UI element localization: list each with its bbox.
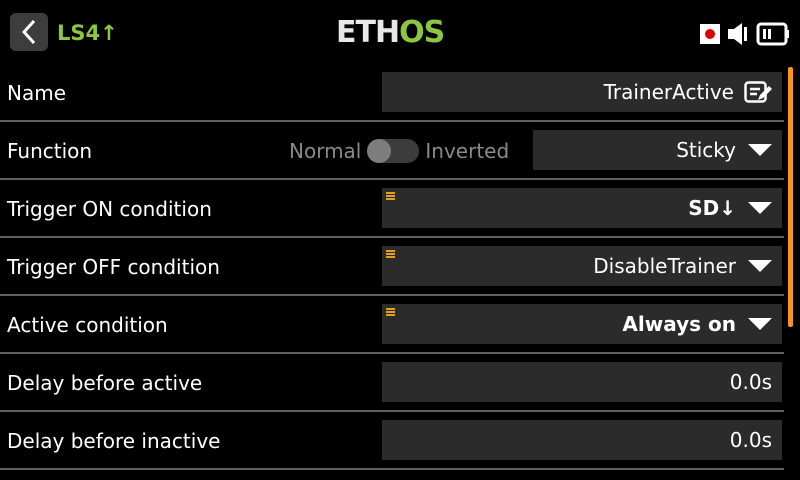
row-function: Function Normal Inverted Sticky bbox=[0, 122, 784, 180]
trigger-on-dropdown[interactable]: SD↓ bbox=[382, 188, 782, 228]
function-dropdown[interactable]: Sticky bbox=[533, 130, 782, 170]
lines-menu-icon bbox=[386, 192, 395, 201]
settings-list: Name TrainerActive Function Normal Inver… bbox=[0, 64, 784, 470]
row-name: Name TrainerActive bbox=[0, 64, 784, 122]
trigger-off-value: DisableTrainer bbox=[593, 254, 736, 278]
active-condition-label: Active condition bbox=[7, 313, 168, 337]
active-condition-dropdown[interactable]: Always on bbox=[382, 304, 782, 344]
logo-os: OS bbox=[399, 15, 445, 50]
delay-inactive-label: Delay before inactive bbox=[7, 429, 221, 453]
page-title: LS4↑ bbox=[57, 21, 118, 45]
row-delay-inactive: Delay before inactive 0.0s bbox=[0, 412, 784, 470]
toggle-inverted-label: Inverted bbox=[425, 139, 510, 163]
scrollbar[interactable] bbox=[788, 67, 793, 327]
trigger-on-label: Trigger ON condition bbox=[7, 197, 212, 221]
ethos-logo: ETHOS bbox=[336, 15, 445, 50]
trigger-on-value: SD↓ bbox=[688, 196, 736, 220]
record-icon bbox=[700, 24, 720, 44]
name-field[interactable]: TrainerActive bbox=[382, 72, 782, 112]
row-trigger-on: Trigger ON condition SD↓ bbox=[0, 180, 784, 238]
trigger-off-dropdown[interactable]: DisableTrainer bbox=[382, 246, 782, 286]
row-delay-active: Delay before active 0.0s bbox=[0, 354, 784, 412]
delay-inactive-field[interactable]: 0.0s bbox=[382, 420, 782, 460]
delay-active-label: Delay before active bbox=[7, 371, 203, 395]
function-label: Function bbox=[7, 139, 93, 163]
function-toggle-group: Normal Inverted bbox=[289, 122, 509, 180]
delay-inactive-value: 0.0s bbox=[729, 428, 772, 452]
status-icons bbox=[700, 20, 790, 48]
caret-down-icon bbox=[748, 260, 772, 272]
lines-menu-icon bbox=[386, 308, 395, 317]
chevron-left-icon bbox=[21, 19, 36, 45]
logo-eth: ETH bbox=[336, 15, 400, 50]
caret-down-icon bbox=[748, 202, 772, 214]
row-active-condition: Active condition Always on bbox=[0, 296, 784, 354]
toggle-normal-label: Normal bbox=[289, 139, 362, 163]
function-value: Sticky bbox=[676, 138, 736, 162]
delay-active-value: 0.0s bbox=[729, 370, 772, 394]
name-value: TrainerActive bbox=[603, 80, 734, 104]
active-condition-value: Always on bbox=[622, 312, 736, 336]
caret-down-icon bbox=[748, 144, 772, 156]
edit-icon[interactable] bbox=[744, 80, 772, 104]
trigger-off-label: Trigger OFF condition bbox=[7, 255, 220, 279]
name-label: Name bbox=[7, 81, 67, 105]
delay-active-field[interactable]: 0.0s bbox=[382, 362, 782, 402]
lines-menu-icon bbox=[386, 250, 395, 259]
caret-down-icon bbox=[748, 318, 772, 330]
inverted-toggle-switch[interactable] bbox=[367, 139, 420, 163]
back-button[interactable] bbox=[10, 13, 48, 51]
top-bar: LS4↑ ETHOS bbox=[0, 0, 800, 64]
speaker-icon bbox=[728, 23, 747, 45]
row-trigger-off: Trigger OFF condition DisableTrainer bbox=[0, 238, 784, 296]
battery-icon bbox=[756, 22, 789, 46]
